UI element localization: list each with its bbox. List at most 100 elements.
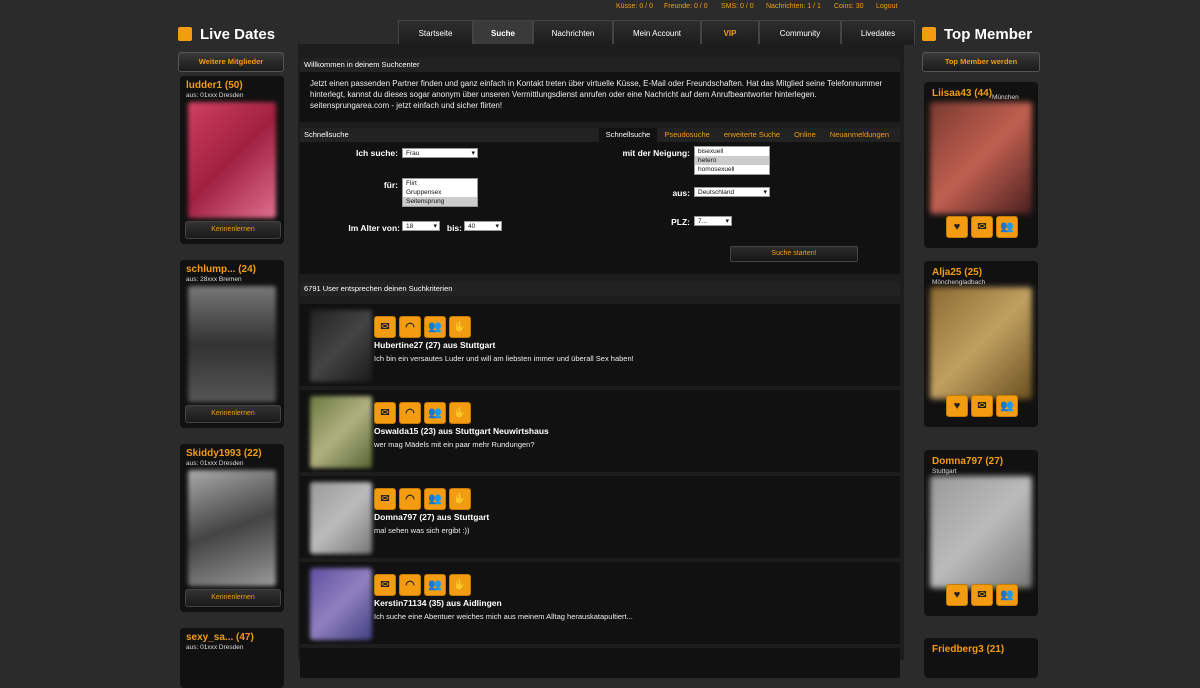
friends-icon[interactable]: 👥: [996, 395, 1018, 417]
member-name[interactable]: Friedberg3 (21): [932, 644, 1004, 655]
mail-icon[interactable]: ✉: [374, 402, 396, 424]
fuer-option[interactable]: Seitensprung: [403, 197, 477, 206]
top-member-card[interactable]: Domna797 (27) Stuttgart ♥ ✉ 👥: [924, 450, 1038, 616]
member-photo[interactable]: [930, 476, 1032, 588]
subtab-schnellsuche[interactable]: Schnellsuche: [598, 128, 658, 142]
member-name[interactable]: ludder1 (50): [186, 80, 243, 91]
member-photo[interactable]: [188, 286, 276, 402]
fuer-listbox[interactable]: Flirt Gruppensex Seitensprung: [402, 178, 478, 207]
lips-icon[interactable]: ◠: [399, 488, 421, 510]
friends-icon[interactable]: 👥: [996, 584, 1018, 606]
friends-icon[interactable]: 👥: [424, 488, 446, 510]
top-member-card[interactable]: Liisaa43 (44) München ♥ ✉ 👥: [924, 82, 1038, 248]
hand-icon[interactable]: ✋: [449, 574, 471, 596]
friends-icon[interactable]: 👥: [424, 316, 446, 338]
live-date-card[interactable]: Skiddy1993 (22) aus: 01xxx Dresden Kenne…: [180, 444, 284, 612]
friends-count[interactable]: Freunde: 0 / 0: [664, 3, 708, 10]
member-photo[interactable]: [188, 470, 276, 586]
mail-icon[interactable]: ✉: [971, 584, 993, 606]
subtab-online[interactable]: Online: [787, 128, 823, 142]
alter-von-select[interactable]: 18: [402, 221, 440, 232]
coins-count[interactable]: Coins: 30: [834, 3, 864, 10]
member-photo[interactable]: [930, 102, 1032, 214]
mail-icon[interactable]: ✉: [374, 488, 396, 510]
result-title[interactable]: Kerstin71134 (35) aus Aidlingen: [374, 598, 502, 608]
sms-count[interactable]: SMS: 0 / 0: [721, 3, 754, 10]
result-description: wer mag Mädels mit ein paar mehr Rundung…: [374, 440, 535, 449]
member-name[interactable]: Skiddy1993 (22): [186, 448, 262, 459]
result-title[interactable]: Oswalda15 (23) aus Stuttgart Neuwirtshau…: [374, 426, 549, 436]
result-card[interactable]: [300, 648, 900, 678]
fuer-option[interactable]: Gruppensex: [403, 188, 477, 197]
friends-icon[interactable]: 👥: [424, 574, 446, 596]
live-date-card[interactable]: ludder1 (50) aus: 01xxx Dresden Kennenle…: [180, 76, 284, 244]
subtab-neuanmeldungen[interactable]: Neuanmeldungen: [823, 128, 896, 142]
hand-icon[interactable]: ✋: [449, 488, 471, 510]
result-photo[interactable]: [310, 396, 372, 468]
member-name[interactable]: Domna797 (27): [932, 456, 1003, 467]
tab-nachrichten[interactable]: Nachrichten: [533, 20, 613, 45]
mail-icon[interactable]: ✉: [374, 574, 396, 596]
fuer-option[interactable]: Flirt: [403, 179, 477, 188]
heart-icon[interactable]: ♥: [946, 395, 968, 417]
result-photo[interactable]: [310, 568, 372, 640]
tab-startseite[interactable]: Startseite: [398, 20, 473, 45]
member-photo[interactable]: [188, 102, 276, 218]
lips-icon[interactable]: ◠: [399, 574, 421, 596]
top-member-card[interactable]: Friedberg3 (21): [924, 638, 1038, 678]
start-search-button[interactable]: Suche starten!: [730, 246, 858, 262]
member-photo[interactable]: [930, 287, 1032, 399]
tab-suche[interactable]: Suche: [473, 20, 533, 45]
neigung-option[interactable]: hetero: [695, 156, 769, 165]
tab-community[interactable]: Community: [759, 20, 841, 45]
alter-bis-select[interactable]: 40: [464, 221, 502, 232]
result-title[interactable]: Domna797 (27) aus Stuttgart: [374, 512, 489, 522]
result-card[interactable]: ✉ ◠ 👥 ✋ Hubertine27 (27) aus Stuttgart I…: [300, 304, 900, 386]
become-top-member-button[interactable]: Top Member werden: [922, 52, 1040, 72]
top-member-card[interactable]: Alja25 (25) Mönchengladbach ♥ ✉ 👥: [924, 261, 1038, 427]
mail-icon[interactable]: ✉: [971, 395, 993, 417]
plz-select[interactable]: 7...: [694, 216, 732, 227]
tab-vip[interactable]: VIP: [701, 20, 759, 45]
result-title[interactable]: Hubertine27 (27) aus Stuttgart: [374, 340, 495, 350]
result-card[interactable]: ✉ ◠ 👥 ✋ Oswalda15 (23) aus Stuttgart Neu…: [300, 390, 900, 472]
more-members-button[interactable]: Weitere Mitglieder: [178, 52, 284, 72]
main-content: Willkommen in deinem Suchcenter Jetzt ei…: [298, 44, 904, 678]
subtab-pseudosuche[interactable]: Pseudosuche: [657, 128, 716, 142]
member-name[interactable]: Liisaa43 (44): [932, 88, 992, 99]
friends-icon[interactable]: 👥: [424, 402, 446, 424]
heart-icon[interactable]: ♥: [946, 584, 968, 606]
neigung-listbox[interactable]: bisexuell hetero homosexuell: [694, 146, 770, 175]
member-name[interactable]: Alja25 (25): [932, 267, 982, 278]
result-card[interactable]: ✉ ◠ 👥 ✋ Kerstin71134 (35) aus Aidlingen …: [300, 562, 900, 644]
result-photo[interactable]: [310, 310, 372, 382]
neigung-option[interactable]: homosexuell: [695, 165, 769, 174]
live-date-card[interactable]: sexy_sa... (47) aus: 01xxx Dresden: [180, 628, 284, 688]
tab-livedates[interactable]: Livedates: [841, 20, 915, 45]
hand-icon[interactable]: ✋: [449, 316, 471, 338]
mail-icon[interactable]: ✉: [374, 316, 396, 338]
kisses-count[interactable]: Küsse: 0 / 0: [616, 3, 653, 10]
lips-icon[interactable]: ◠: [399, 402, 421, 424]
live-date-card[interactable]: schlump... (24) aus: 28xxx Bremen Kennen…: [180, 260, 284, 428]
messages-count[interactable]: Nachrichten: 1 / 1: [766, 3, 821, 10]
aus-select[interactable]: Deutschland: [694, 187, 770, 198]
member-name[interactable]: sexy_sa... (47): [186, 632, 254, 643]
kennenlernen-button[interactable]: Kennenlernen: [185, 221, 281, 239]
result-photo[interactable]: [310, 482, 372, 554]
neigung-option[interactable]: bisexuell: [695, 147, 769, 156]
mail-icon[interactable]: ✉: [971, 216, 993, 238]
logout-link[interactable]: Logout: [876, 3, 897, 10]
subtab-erweiterte-suche[interactable]: erweiterte Suche: [717, 128, 787, 142]
friends-icon[interactable]: 👥: [996, 216, 1018, 238]
ich-suche-select[interactable]: Frau: [402, 148, 478, 159]
heart-icon[interactable]: ♥: [946, 216, 968, 238]
neigung-label: mit der Neigung:: [622, 148, 690, 158]
hand-icon[interactable]: ✋: [449, 402, 471, 424]
lips-icon[interactable]: ◠: [399, 316, 421, 338]
result-card[interactable]: ✉ ◠ 👥 ✋ Domna797 (27) aus Stuttgart mal …: [300, 476, 900, 558]
kennenlernen-button[interactable]: Kennenlernen: [185, 405, 281, 423]
kennenlernen-button[interactable]: Kennenlernen: [185, 589, 281, 607]
member-name[interactable]: schlump... (24): [186, 264, 256, 275]
tab-mein-account[interactable]: Mein Account: [613, 20, 701, 45]
